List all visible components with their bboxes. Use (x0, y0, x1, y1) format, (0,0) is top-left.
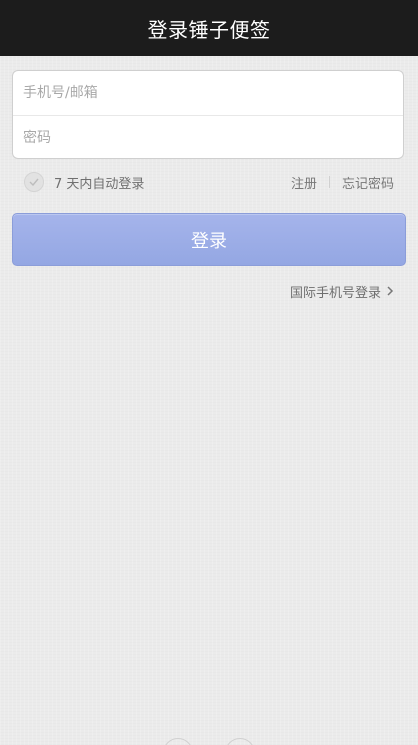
login-button[interactable]: 登录 (12, 213, 406, 266)
account-input[interactable] (13, 71, 403, 115)
register-link[interactable]: 注册 (291, 173, 317, 192)
forgot-password-link[interactable]: 忘记密码 (342, 173, 394, 192)
remember-me-label: 7 天内自动登录 (54, 176, 145, 192)
page-title: 登录锤子便签 (147, 17, 271, 42)
link-divider (328, 176, 330, 188)
login-button-label: 登录 (191, 230, 227, 252)
check-icon[interactable] (24, 172, 44, 192)
international-phone-login-link[interactable]: 国际手机号登录 (290, 281, 394, 301)
password-input[interactable] (13, 116, 403, 158)
login-page: 登录锤子便签 7 天内自动登录 注册 忘记密码 登录 国际手机号登录 (0, 0, 418, 745)
international-phone-login-label: 国际手机号登录 (289, 285, 381, 301)
bottom-login-option[interactable] (163, 738, 193, 745)
login-form (12, 70, 404, 159)
remember-me-toggle[interactable]: 7 天内自动登录 (24, 172, 144, 192)
bottom-login-option[interactable] (225, 738, 255, 745)
login-options-row: 7 天内自动登录 注册 忘记密码 (24, 170, 394, 194)
header-bar: 登录锤子便签 (0, 0, 418, 56)
chevron-right-icon (387, 286, 394, 296)
